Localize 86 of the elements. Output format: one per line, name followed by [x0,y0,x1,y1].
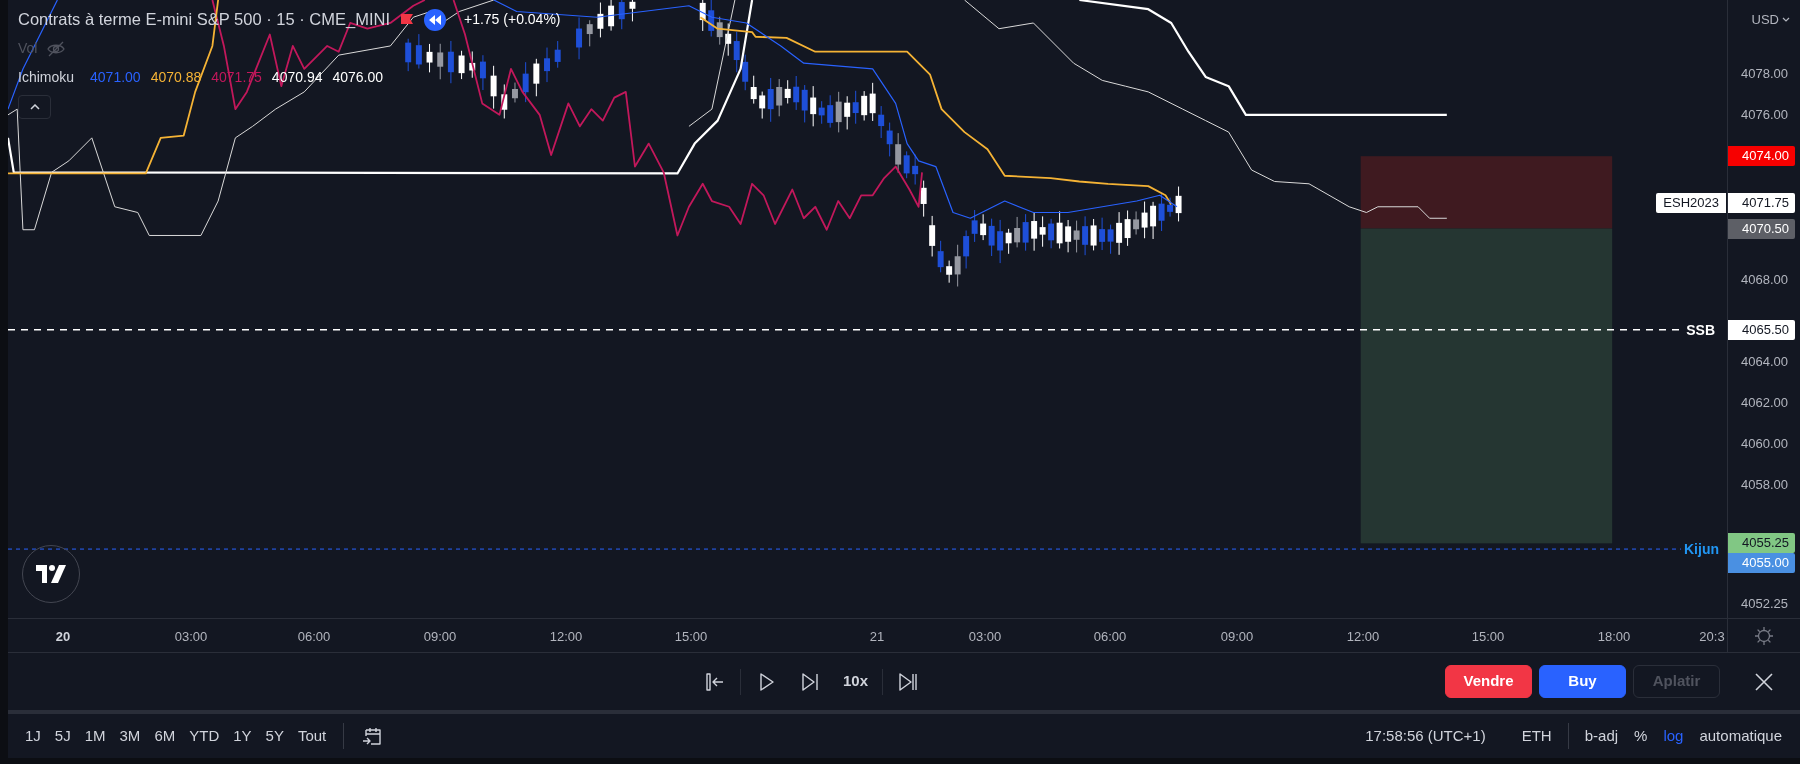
candlestick [629,0,636,22]
scale-option[interactable]: b-adj [1576,722,1627,750]
caret-down-icon [1782,17,1790,23]
range-button[interactable]: 1M [77,722,113,750]
time-label: 12:00 [549,628,583,646]
price-label: 4068.00 [1741,271,1788,289]
symbol-tag: ESH2023 [1656,193,1726,213]
price-marker: 4065.50 [1728,320,1795,340]
indicator-value: 4070.88 [150,68,202,87]
time-label: 03:00 [968,628,1002,646]
candlestick [608,0,615,32]
clock-text[interactable]: 17:58:56 (UTC+1) [1365,724,1486,748]
session-button[interactable]: ETH [1513,722,1560,750]
jump-to-start-icon [704,670,726,693]
indicator-value: 4076.00 [332,68,384,87]
candlestick [618,0,625,30]
currency-dropdown[interactable]: USD [1749,10,1792,30]
step-forward-icon [799,670,821,693]
candlestick [512,82,518,103]
price-marker: 4071.75 [1728,193,1795,213]
range-button[interactable]: 5Y [258,722,291,750]
range-button[interactable]: Tout [290,722,334,750]
rewind-button[interactable] [424,8,446,31]
candlestick [554,40,561,69]
range-button[interactable]: 3M [112,722,148,750]
scale-option[interactable]: log [1655,722,1692,750]
candlestick [437,43,444,80]
range-button[interactable]: YTD [182,722,227,750]
candlestick [597,2,604,38]
candlestick [458,50,465,80]
time-label: 09:00 [423,628,457,646]
candlestick [415,33,422,70]
buy-button[interactable]: Buy [1539,665,1626,698]
price-marker: 4055.00 [1728,553,1795,573]
scale-option[interactable]: automatique [1691,722,1790,750]
candlestick [699,0,706,32]
time-label: 09:00 [1220,628,1254,646]
price-change: +1.75 (+0.04%) [464,10,561,29]
speed-button[interactable]: 10x [835,666,877,697]
price-marker: 4074.00 [1728,146,1795,166]
candlestick [405,38,412,72]
time-label: 06:00 [1093,628,1127,646]
candlestick [522,61,529,103]
candlestick [447,40,454,84]
price-label: 4078.00 [1741,65,1788,83]
price-label: 4052.25 [1741,595,1788,613]
sell-button[interactable]: Vendre [1445,665,1532,698]
range-button[interactable]: 1Y [226,722,259,750]
logo-icon [36,565,66,583]
indicator-value: 4071.00 [90,68,141,87]
price-label: 4064.00 [1741,353,1788,371]
caret-up-icon [29,104,40,110]
candlestick [501,83,508,119]
candlestick [544,47,550,83]
time-label: 12:00 [1346,628,1380,646]
candlestick [576,17,583,60]
time-label: 03:00 [174,628,208,646]
time-label: 20 [55,628,71,646]
settings-icon[interactable] [1754,625,1774,646]
candlestick [490,65,497,110]
price-marker: 4070.50 [1728,219,1795,239]
collapse-button[interactable] [18,95,51,119]
flag-icon[interactable] [400,12,414,27]
rewind-icon [429,14,441,25]
range-button[interactable]: 1J [18,722,48,750]
scale-option[interactable]: % [1626,722,1656,750]
time-label: 21 [869,628,885,646]
price-marker: 4055.25 [1728,533,1795,553]
time-label: 15:00 [674,628,708,646]
price-label: 4060.00 [1741,435,1788,453]
time-label: 15:00 [1471,628,1505,646]
price-label: 4076.00 [1741,106,1788,124]
candlestick [426,43,433,73]
range-button[interactable]: 6M [147,722,183,750]
price-label: 4058.00 [1741,476,1788,494]
range-button[interactable]: 5J [47,722,78,750]
indicator-name: Ichimoku [18,68,75,87]
candlestick [479,54,486,91]
price-label: 4062.00 [1741,394,1788,412]
candlestick [586,19,593,47]
time-label: 20:3 [1699,628,1725,646]
time-label: 18:00 [1597,628,1631,646]
candlestick [533,58,540,97]
time-label: 06:00 [297,628,331,646]
candlestick [469,50,476,79]
jump-to-end-icon [897,670,920,693]
